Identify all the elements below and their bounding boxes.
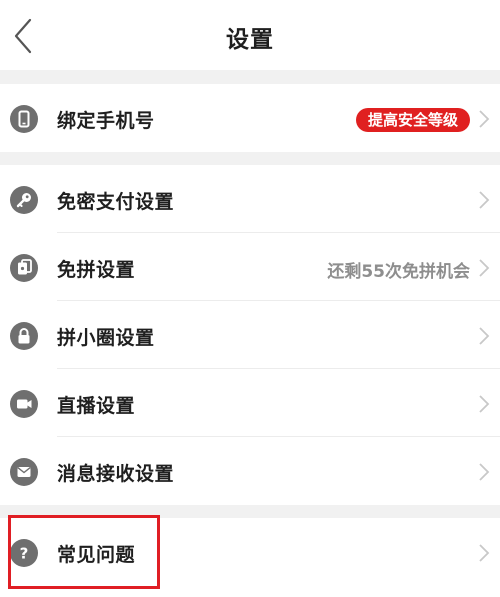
cards-icon xyxy=(10,254,38,282)
faq-highlight-box xyxy=(8,515,160,589)
lock-icon xyxy=(10,322,38,350)
chevron-right-icon xyxy=(479,259,490,277)
security-level-badge[interactable]: 提高安全等级 xyxy=(355,108,470,132)
chevron-right-icon xyxy=(479,463,490,481)
chevron-right-icon xyxy=(479,544,490,562)
chevron-right-icon xyxy=(479,110,490,128)
settings-item-circle[interactable]: 拼小圈设置 xyxy=(0,301,500,369)
chevron-right-icon xyxy=(479,395,490,413)
key-icon xyxy=(10,186,38,214)
settings-item-label: 直播设置 xyxy=(57,395,136,417)
bottom-edge xyxy=(0,589,500,597)
settings-item-live-streaming[interactable]: 直播设置 xyxy=(0,369,500,437)
settings-item-label: 免密支付设置 xyxy=(57,191,175,213)
page-title: 设置 xyxy=(226,27,274,53)
settings-item-bind-phone[interactable]: 绑定手机号 提高安全等级 xyxy=(0,84,500,152)
chevron-right-icon xyxy=(479,327,490,345)
section-separator xyxy=(0,70,500,84)
settings-item-label: 消息接收设置 xyxy=(57,463,175,485)
mail-icon xyxy=(10,458,38,486)
settings-item-label: 免拼设置 xyxy=(57,259,136,281)
settings-item-label: 绑定手机号 xyxy=(57,110,155,132)
phone-icon xyxy=(10,105,38,133)
settings-item-label: 拼小圈设置 xyxy=(57,327,155,349)
remaining-exemption-count: 还剩55次免拼机会 xyxy=(327,262,470,282)
settings-item-message-receiving[interactable]: 消息接收设置 xyxy=(0,437,500,505)
settings-page: 设置 绑定手机号 提高安全等级 免密支付设置 免拼设置 还剩55次免拼机会 拼小… xyxy=(0,0,500,597)
settings-item-group-buy-exemption[interactable]: 免拼设置 还剩55次免拼机会 xyxy=(0,233,500,301)
section-separator xyxy=(0,152,500,165)
video-camera-icon xyxy=(10,390,38,418)
navigation-bar: 设置 xyxy=(0,0,500,70)
chevron-right-icon xyxy=(479,191,490,209)
settings-item-password-free-payment[interactable]: 免密支付设置 xyxy=(0,165,500,233)
